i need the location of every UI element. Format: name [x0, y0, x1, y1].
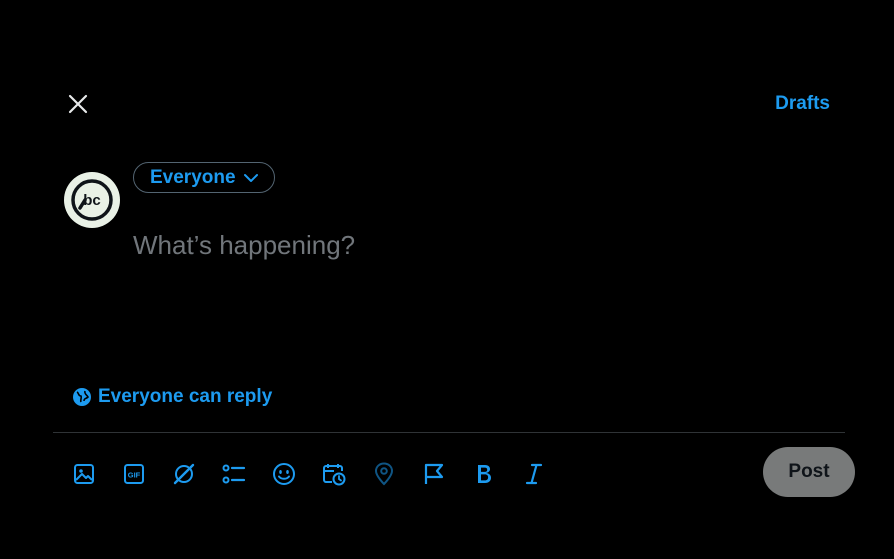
italic-icon	[525, 463, 543, 485]
avatar[interactable]: bc	[64, 172, 120, 228]
media-button[interactable]	[66, 456, 102, 492]
audience-label: Everyone	[150, 166, 236, 188]
compose-modal: Drafts bc Everyone Everyone can reply	[48, 72, 860, 512]
grok-icon	[173, 463, 195, 485]
divider	[53, 432, 845, 433]
location-button[interactable]	[366, 456, 402, 492]
poll-button[interactable]	[216, 456, 252, 492]
avatar-text: bc	[83, 192, 101, 209]
grok-button[interactable]	[166, 456, 202, 492]
poll-icon	[222, 464, 246, 484]
reply-setting-label: Everyone can reply	[98, 386, 273, 407]
audience-selector[interactable]: Everyone	[133, 162, 275, 193]
avatar-logo: bc	[71, 179, 113, 221]
gif-button[interactable]: GIF	[116, 456, 152, 492]
drafts-button[interactable]: Drafts	[775, 93, 830, 115]
schedule-button[interactable]	[316, 456, 352, 492]
close-icon	[68, 94, 88, 114]
location-icon	[374, 462, 394, 486]
svg-text:GIF: GIF	[128, 471, 141, 480]
flag-button[interactable]	[416, 456, 452, 492]
emoji-icon	[273, 463, 295, 485]
globe-icon	[73, 388, 91, 406]
bold-icon	[478, 465, 491, 483]
gif-icon: GIF	[124, 464, 144, 484]
emoji-button[interactable]	[266, 456, 302, 492]
media-icon	[74, 464, 94, 484]
schedule-icon	[323, 464, 346, 486]
reply-setting-button[interactable]: Everyone can reply	[72, 386, 272, 408]
close-button[interactable]	[64, 90, 92, 118]
composer-toolbar: GIF	[66, 456, 552, 492]
post-text-input[interactable]	[133, 230, 813, 261]
chevron-down-icon	[243, 173, 258, 182]
italic-button[interactable]	[516, 456, 552, 492]
post-button[interactable]: Post	[763, 447, 855, 497]
bold-button[interactable]	[466, 456, 502, 492]
flag-icon	[424, 463, 444, 484]
